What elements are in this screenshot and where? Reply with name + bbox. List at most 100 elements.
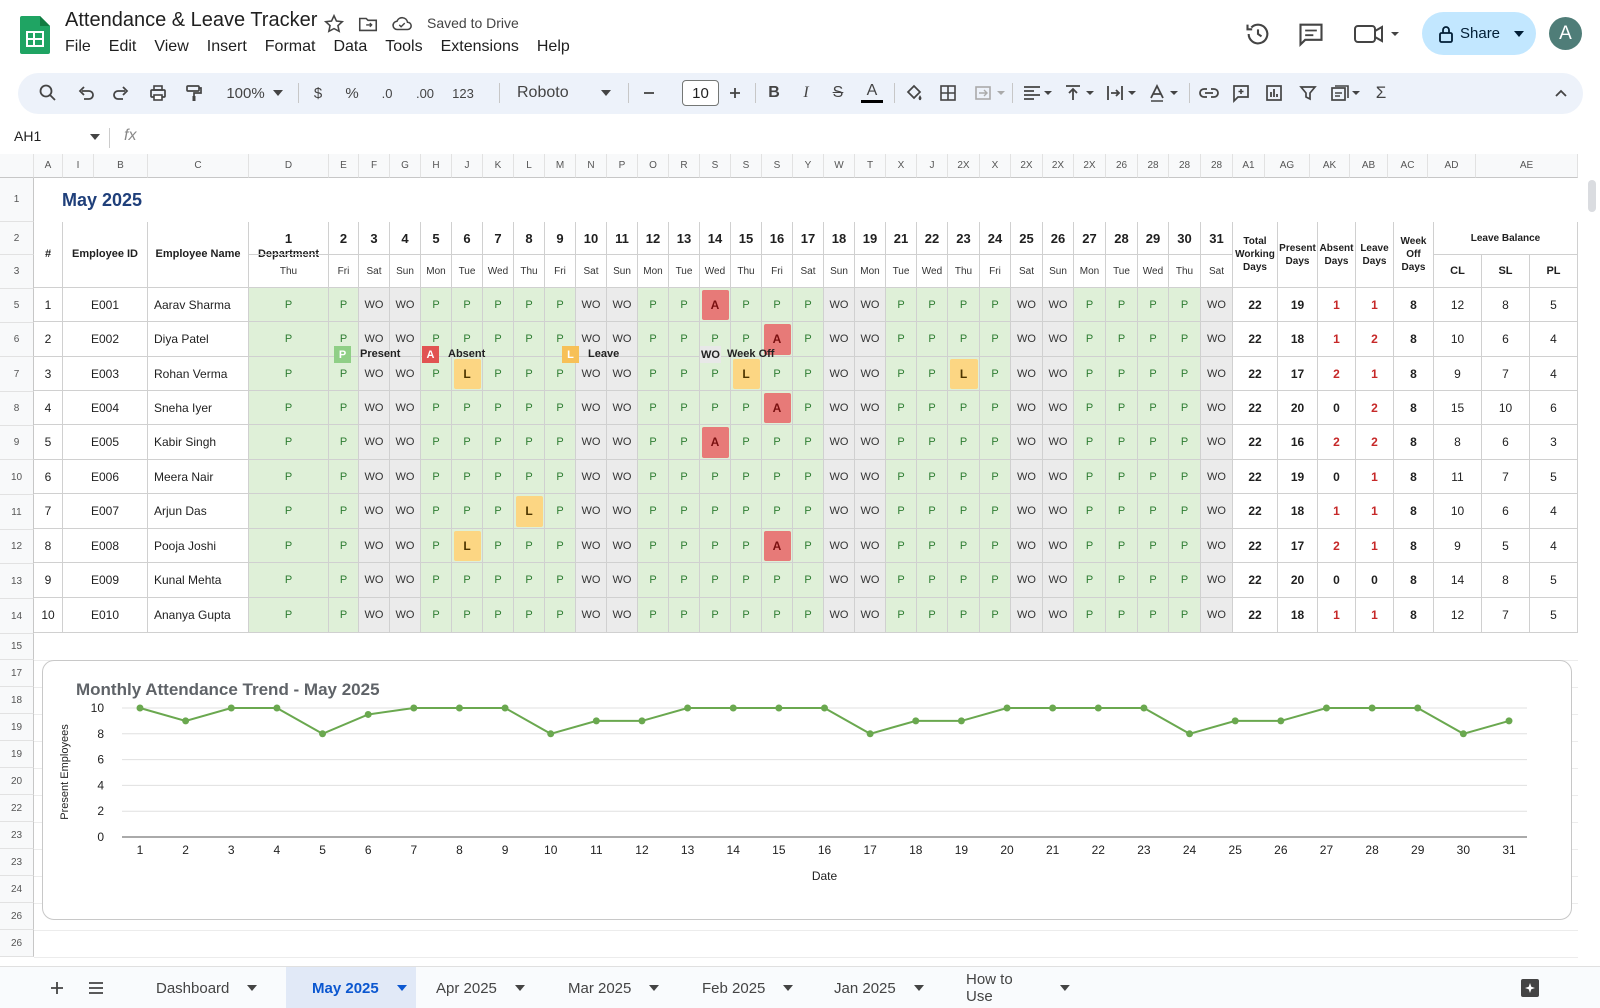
zoom-select[interactable]: 100% (223, 81, 268, 105)
cell-leave-days: 1 (1356, 460, 1394, 494)
sheet-tab[interactable]: How to Use (940, 967, 1070, 1008)
weekday-header: Thu (948, 255, 980, 288)
menu-file[interactable]: File (65, 38, 91, 60)
weekday-header: Sun (607, 255, 638, 288)
cell-employee-name: Rohan Verma (148, 357, 249, 391)
decrease-decimal-button[interactable]: .0 (376, 81, 398, 105)
menu-view[interactable]: View (154, 38, 188, 60)
chevron-down-icon[interactable] (783, 985, 794, 991)
functions-button[interactable]: Σ (1373, 81, 1389, 105)
insert-chart-icon[interactable] (1264, 81, 1284, 105)
strikethrough-button[interactable]: S (830, 81, 846, 105)
insert-link-icon[interactable] (1198, 81, 1220, 105)
menu-data[interactable]: Data (333, 38, 367, 60)
redo-icon[interactable] (111, 81, 131, 105)
formula-input[interactable] (150, 126, 1580, 150)
sheet-tab[interactable]: Apr 2025 (410, 967, 530, 1008)
menu-extensions[interactable]: Extensions (441, 38, 519, 60)
chevron-down-icon[interactable] (514, 985, 525, 991)
attendance-cell: P (886, 529, 917, 563)
font-size-input[interactable]: 10 (682, 80, 719, 106)
chevron-down-icon[interactable] (273, 81, 283, 105)
chevron-down-icon[interactable] (601, 81, 611, 105)
italic-button[interactable]: I (798, 81, 814, 105)
attendance-mark: P (494, 574, 502, 586)
attendance-mark: P (494, 609, 502, 621)
version-history-icon[interactable] (1244, 20, 1272, 48)
percent-format-button[interactable]: % (344, 81, 360, 105)
chevron-down-icon[interactable] (1514, 30, 1525, 37)
attendance-cell: P (731, 391, 762, 425)
share-button[interactable]: Share (1422, 12, 1536, 55)
filter-views-icon[interactable] (1330, 81, 1364, 105)
cloud-saved-icon[interactable] (391, 13, 413, 35)
sheet-tab[interactable]: May 2025 (286, 967, 416, 1008)
chevron-down-icon[interactable] (913, 985, 924, 991)
chevron-down-icon[interactable] (90, 134, 100, 140)
currency-format-button[interactable]: $ (310, 81, 326, 105)
text-rotation-icon[interactable] (1148, 81, 1182, 105)
vertical-align-icon[interactable] (1064, 81, 1098, 105)
chevron-down-icon[interactable] (649, 985, 660, 991)
increase-font-size-icon[interactable] (728, 81, 742, 105)
text-color-button[interactable]: A (861, 81, 883, 103)
collapse-toolbar-icon[interactable] (1553, 81, 1569, 105)
cell-leave-days: 1 (1356, 529, 1394, 563)
document-title[interactable]: Attendance & Leave Tracker (65, 9, 317, 32)
horizontal-align-icon[interactable] (1022, 81, 1056, 105)
text-wrapping-icon[interactable] (1106, 81, 1140, 105)
merge-cells-icon[interactable] (973, 81, 1007, 105)
chevron-down-icon[interactable] (1060, 985, 1070, 991)
data-point (1049, 704, 1057, 712)
decrease-font-size-icon[interactable] (642, 81, 656, 105)
chevron-down-icon[interactable] (247, 985, 258, 991)
vertical-scrollbar[interactable] (1588, 180, 1596, 212)
all-sheets-menu-icon[interactable] (88, 981, 104, 995)
search-icon[interactable] (38, 81, 58, 105)
attendance-mark: P (1180, 436, 1189, 448)
comments-icon[interactable] (1297, 20, 1325, 48)
attendance-mark: P (1085, 401, 1094, 414)
cell-present-days: 18 (1278, 322, 1318, 357)
insert-comment-icon[interactable] (1231, 81, 1251, 105)
sheet-tab[interactable]: Jan 2025 (808, 967, 928, 1008)
attendance-mark: WO (1207, 609, 1226, 621)
sheet-tab[interactable]: Feb 2025 (676, 967, 796, 1008)
menu-tools[interactable]: Tools (385, 38, 422, 60)
menu-help[interactable]: Help (537, 38, 570, 60)
attendance-mark: P (463, 470, 471, 483)
explore-icon[interactable] (1520, 978, 1540, 998)
attendance-mark: WO (364, 367, 384, 380)
chevron-down-icon[interactable] (396, 985, 407, 991)
sheet-tab[interactable]: Dashboard (130, 967, 270, 1008)
star-icon[interactable] (323, 13, 345, 35)
paint-format-icon[interactable] (184, 81, 204, 105)
bold-button[interactable]: B (766, 81, 782, 105)
print-icon[interactable] (148, 81, 168, 105)
name-box[interactable]: AH1 (14, 128, 41, 144)
undo-icon[interactable] (76, 81, 96, 105)
menu-format[interactable]: Format (265, 38, 316, 60)
attendance-cell: P (1106, 288, 1138, 322)
avatar[interactable]: A (1549, 17, 1582, 50)
menu-edit[interactable]: Edit (109, 38, 137, 60)
filter-icon[interactable] (1298, 81, 1318, 105)
increase-decimal-button[interactable]: .00 (412, 81, 438, 105)
meet-video-icon[interactable] (1353, 20, 1403, 48)
attendance-mark: P (556, 367, 564, 380)
attendance-cell: P (638, 460, 669, 494)
attendance-mark: WO (612, 298, 632, 311)
weekday-header: Mon (1074, 255, 1106, 288)
menu-insert[interactable]: Insert (207, 38, 247, 60)
font-family-select[interactable]: Roboto (517, 81, 577, 105)
borders-icon[interactable] (938, 81, 958, 105)
sheets-logo-icon[interactable] (20, 16, 50, 54)
add-sheet-icon[interactable] (50, 981, 64, 995)
move-folder-icon[interactable] (357, 13, 379, 35)
more-formats-button[interactable]: 123 (450, 81, 476, 105)
attendance-cell: P (886, 494, 917, 529)
sheet-tab[interactable]: Mar 2025 (542, 967, 662, 1008)
attendance-mark: P (649, 367, 657, 380)
fill-color-icon[interactable] (904, 81, 924, 105)
attendance-cell: P (421, 391, 452, 425)
